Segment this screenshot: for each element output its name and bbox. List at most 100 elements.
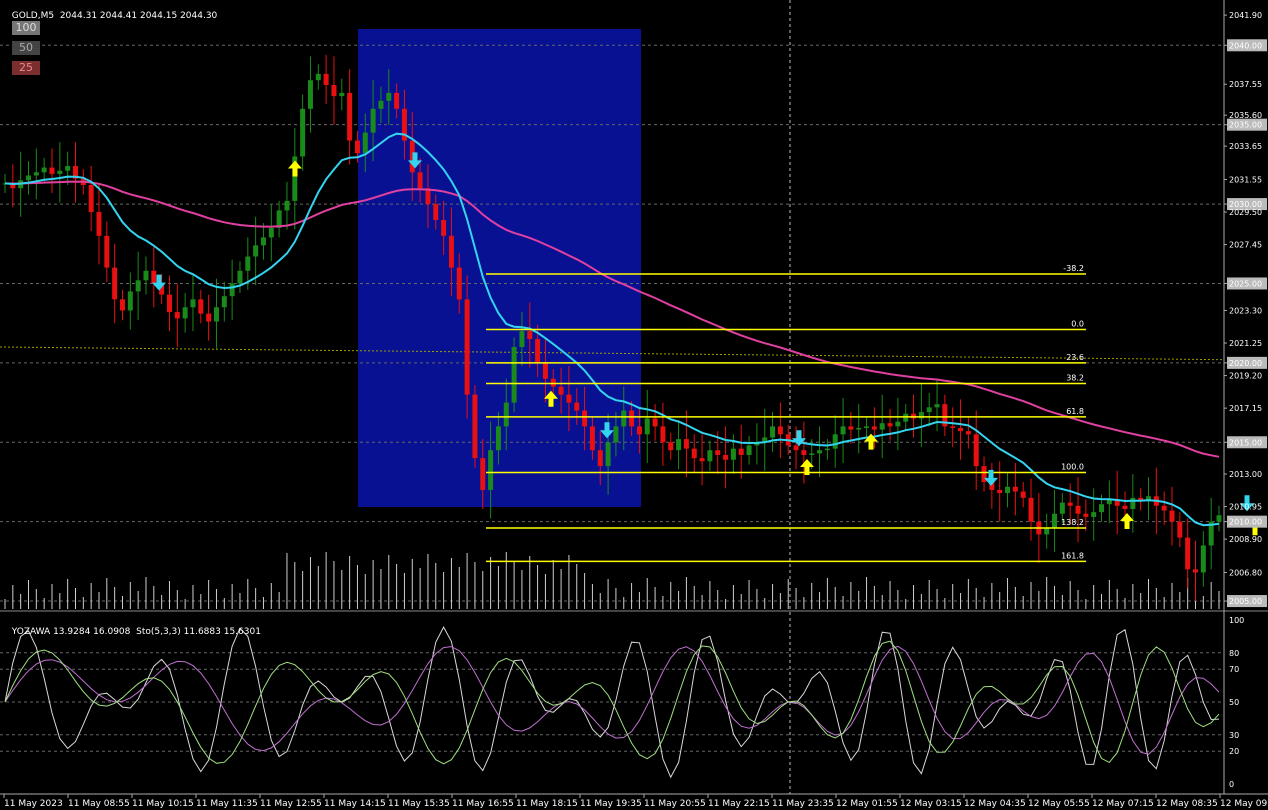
candle [1075, 505, 1081, 514]
price-tick-label: 2037.55 [1229, 80, 1262, 89]
time-tick-label: 12 May 08:35 [1156, 799, 1218, 809]
candle [848, 426, 854, 430]
time-tick-label: 11 May 19:35 [580, 799, 642, 809]
candle [347, 92, 353, 141]
fib-level-label: 23.6 [1066, 353, 1084, 362]
candle [582, 410, 588, 427]
candle [386, 92, 392, 101]
chart-header: GOLD,M5 2044.31 2044.41 2044.15 2044.30 [6, 1, 218, 21]
candle [550, 378, 556, 387]
candle [934, 404, 940, 408]
fib-level-label: 61.8 [1066, 407, 1084, 416]
candle [965, 431, 971, 435]
candle [441, 219, 447, 236]
indicator-stochastic: Sto(5,3,3) 11.6883 15.6301 [136, 627, 261, 637]
osc-tick-label: 0 [1229, 780, 1234, 789]
zoom-100-button[interactable]: 100 [12, 21, 40, 35]
time-tick-label: 11 May 20:55 [644, 799, 706, 809]
osc-tick-label: 50 [1229, 698, 1239, 707]
zoom-25-button[interactable]: 25 [12, 61, 40, 75]
candle [644, 418, 650, 435]
candle [589, 426, 595, 451]
candle [174, 312, 180, 319]
candle [1122, 505, 1128, 509]
candle [879, 423, 885, 430]
candle [691, 448, 697, 459]
candle [824, 448, 830, 451]
candle [817, 450, 823, 454]
osc-tick-label: 80 [1229, 649, 1239, 658]
candle [660, 426, 666, 443]
candle [746, 445, 752, 455]
candle [926, 407, 932, 413]
candle [856, 427, 862, 430]
candle [1177, 521, 1183, 538]
candle [198, 299, 204, 314]
candle [456, 267, 462, 300]
time-tick-label: 12 May 09:5 [1220, 799, 1268, 809]
candle [1083, 513, 1089, 517]
candle [284, 200, 290, 211]
candle [801, 450, 807, 455]
candle [527, 331, 533, 340]
candle [362, 132, 368, 154]
time-tick-label: 12 May 01:55 [836, 799, 898, 809]
candle [472, 394, 478, 459]
candle [683, 439, 689, 449]
candle [1044, 528, 1050, 535]
fib-level-label: 0.0 [1071, 320, 1084, 329]
price-tick-label: 2010.95 [1229, 503, 1262, 512]
chart-canvas[interactable]: -38.2 0.0 23.6 38.2 61.8 100.0 138.2 161.8 2041… [0, 0, 1268, 810]
candle [143, 270, 149, 281]
price-tick-label: 2027.45 [1229, 241, 1262, 250]
candle [65, 165, 71, 171]
price-tick-label: 2017.15 [1229, 404, 1262, 413]
candle [558, 386, 564, 395]
candle [354, 140, 360, 154]
candle [237, 270, 243, 284]
price-tick-label: 2021.25 [1229, 339, 1262, 348]
candle [597, 450, 603, 467]
candle [480, 458, 486, 490]
candle [950, 426, 956, 428]
candle [127, 291, 133, 311]
candle [1067, 502, 1073, 506]
candle [574, 402, 580, 411]
candle [770, 426, 776, 438]
candle [370, 108, 376, 133]
fib-level-label: 100.0 [1061, 462, 1084, 471]
candle [1052, 513, 1058, 529]
indicator-yozawa: YOZAWA 13.9284 16.0908 [11, 627, 131, 637]
time-tick-label: 11 May 12:55 [260, 799, 322, 809]
candle [613, 426, 619, 443]
candle [911, 413, 917, 419]
candle [166, 294, 172, 313]
candle [668, 442, 674, 451]
candle [96, 212, 102, 236]
time-tick-label: 11 May 18:15 [516, 799, 578, 809]
fib-level-label: 161.8 [1061, 551, 1084, 560]
candle [542, 362, 548, 379]
candle [57, 170, 63, 174]
candle [331, 84, 337, 97]
price-tick-label: 2015.00 [1229, 438, 1262, 447]
time-tick-label: 11 May 11:35 [196, 799, 258, 809]
candle [1091, 512, 1097, 517]
candle [495, 426, 501, 451]
zoom-50-button[interactable]: 50 [12, 41, 40, 55]
time-tick-label: 11 May 23:35 [772, 799, 834, 809]
candle [864, 426, 870, 428]
candle [777, 426, 783, 435]
price-tick-label: 2031.55 [1229, 175, 1262, 184]
candle [49, 167, 55, 174]
candle [832, 434, 838, 449]
price-tick-label: 2019.20 [1229, 372, 1262, 381]
candle [25, 175, 31, 181]
price-tick-label: 2025.00 [1229, 279, 1262, 288]
candle [1216, 515, 1222, 522]
time-tick-label: 11 May 15:35 [388, 799, 450, 809]
time-tick-label: 11 May 14:15 [324, 799, 386, 809]
candle [1028, 497, 1034, 522]
candle [503, 402, 509, 427]
candle [723, 454, 729, 460]
